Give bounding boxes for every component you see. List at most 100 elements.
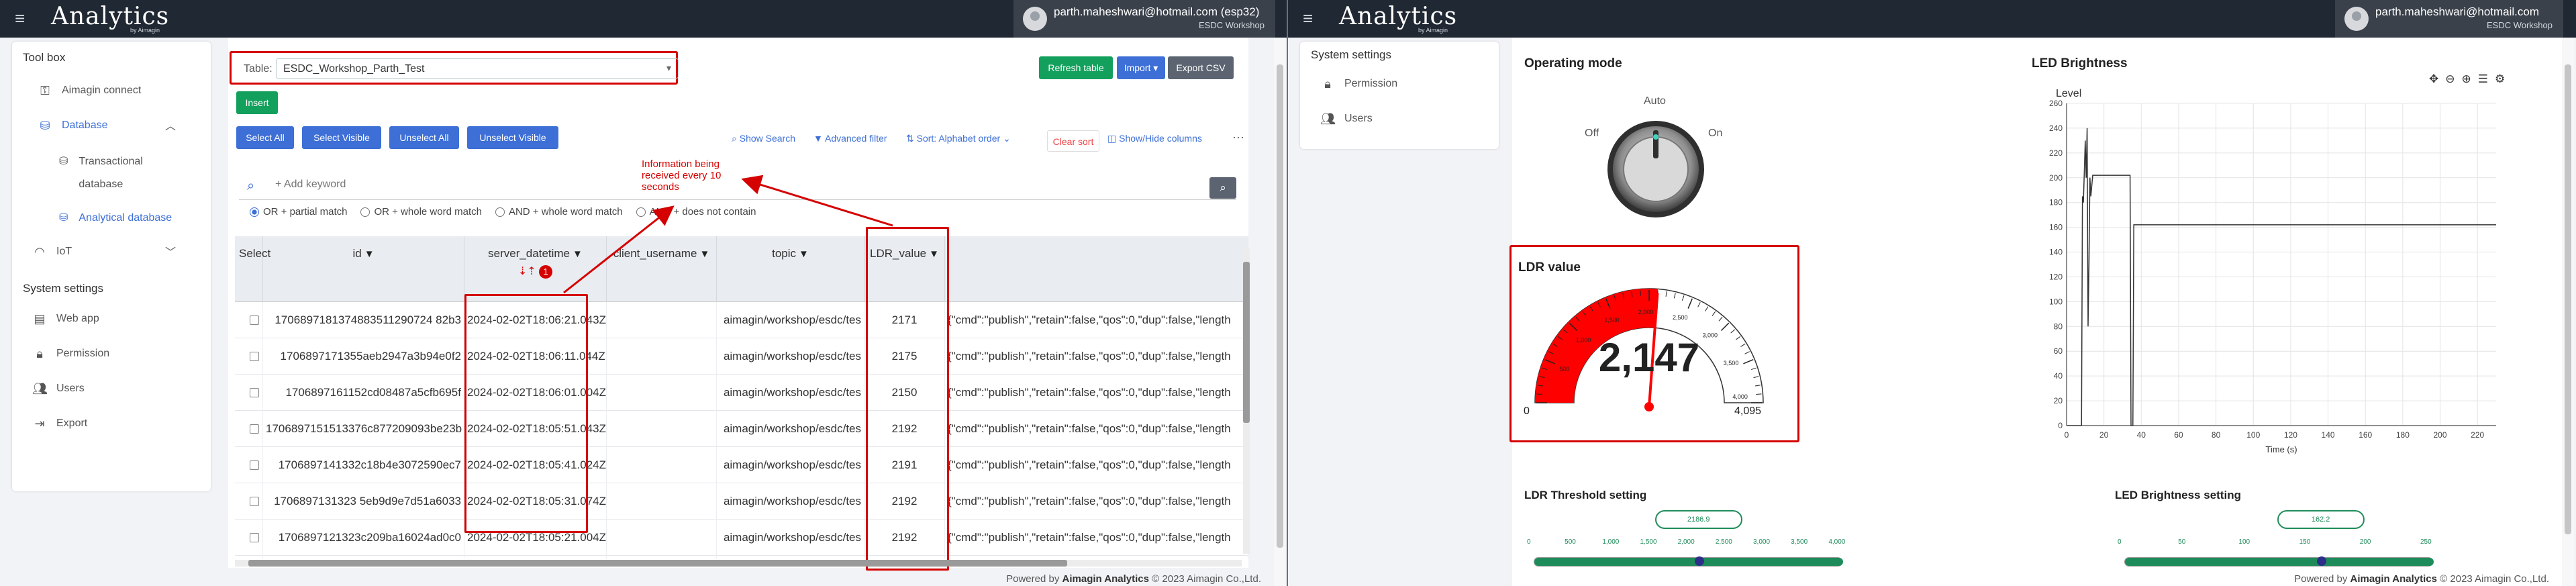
right-window: ≡ Analytics by Aimagin parth.maheshwari@… [1288, 0, 2576, 586]
slider-tick-label: 50 [2178, 538, 2186, 546]
annotation-arrow-left [563, 205, 675, 294]
slider-tick-label: 150 [2299, 538, 2311, 546]
left-window: ≡ Analytics by Aimagin parth.maheshwari@… [0, 0, 1288, 586]
slider-tick-label: 0 [1527, 538, 1531, 546]
slider-tick-label: 100 [2238, 538, 2250, 546]
slider-fill [1534, 558, 1843, 566]
annotation-arrow-right [741, 175, 893, 227]
gauge-tick-label: 2,500 [1673, 314, 1688, 321]
led-setting-title: LED Brightness setting [2115, 489, 2241, 501]
ldr-value-panel: LDR value 500 1,000 1,500 2,000 2,500 3,000 3,… [1509, 245, 1799, 442]
y-tick-label: 20 [2054, 396, 2063, 405]
operating-mode-title: Operating mode [1524, 56, 1622, 70]
table-vertical-scrollbar[interactable] [1243, 248, 1250, 554]
page-scrollbar[interactable] [2562, 38, 2574, 586]
scrollbar-thumb[interactable] [1243, 262, 1250, 423]
y-tick-label: 220 [2049, 148, 2063, 158]
x-tick-label: 80 [2212, 430, 2221, 440]
operating-mode-knob[interactable]: Auto Off On [1570, 81, 1744, 228]
y-tick-label: 180 [2049, 198, 2063, 207]
y-tick-label: 100 [2049, 297, 2063, 306]
sidebar-item-permission[interactable]: 🔒︎ Permission [1320, 77, 1397, 91]
user-menu[interactable]: parth.maheshwari@hotmail.com ESDC Worksh… [2335, 0, 2563, 38]
led-brightness-title: LED Brightness [2032, 56, 2128, 70]
x-tick-label: 20 [2099, 430, 2109, 440]
scrollbar-thumb[interactable] [1277, 64, 1283, 548]
hamburger-menu-icon[interactable]: ≡ [1303, 9, 1323, 27]
sidebar-item-users[interactable]: 👥︎ Users [1320, 111, 1373, 126]
user-org: ESDC Workshop [2486, 20, 2553, 30]
table-horizontal-scrollbar[interactable] [235, 560, 1242, 567]
y-tick-label: 200 [2049, 173, 2063, 183]
x-tick-label: 120 [2284, 430, 2297, 440]
gauge-needle-hub [1644, 402, 1654, 411]
screenshot-root: ≡ Analytics by Aimagin parth.maheshwari@… [0, 0, 2576, 586]
slider-track[interactable] [2124, 556, 2434, 567]
x-tick-label: 140 [2322, 430, 2335, 440]
slider-tick-label: 1,500 [1640, 538, 1657, 546]
sidebar-item-label: Permission [1344, 78, 1398, 89]
page-scrollbar[interactable] [1274, 38, 1286, 586]
slider-tick-label: 2,500 [1715, 538, 1732, 546]
gauge-tick [1536, 393, 1542, 395]
slider-value-bubble: 162.2 [2277, 510, 2365, 529]
sidebar: System settings 🔒︎ Permission 👥︎ Users [1300, 42, 1499, 149]
app-logo[interactable]: Analytics [1339, 3, 1457, 30]
y-tick-label: 240 [2049, 124, 2063, 133]
slider-tick-label: 3,500 [1791, 538, 1808, 546]
x-tick-label: 200 [2434, 430, 2447, 440]
gauge-tick-label: 2,000 [1638, 309, 1654, 315]
slider-tick-label: 250 [2420, 538, 2432, 546]
scrollbar-thumb[interactable] [248, 560, 1067, 567]
x-tick-label: 180 [2396, 430, 2410, 440]
y-tick-label: 40 [2054, 371, 2063, 381]
footer: Powered by Aimagin Analytics © 2023 Aima… [2294, 573, 2549, 585]
lock-icon: 🔒︎ [1324, 77, 1331, 91]
sidebar-item-label: Users [1344, 113, 1373, 124]
y-tick-label: 140 [2049, 248, 2063, 257]
slider-thumb[interactable] [2316, 556, 2326, 566]
x-tick-label: 40 [2137, 430, 2146, 440]
top-bar: ≡ Analytics by Aimagin parth.maheshwari@… [1288, 0, 2576, 38]
gauge-min: 0 [1524, 405, 1530, 417]
avatar [2344, 7, 2369, 31]
y-tick-label: 0 [2058, 421, 2063, 430]
led-brightness-slider[interactable]: 162.2 0 50 100 150 200 250 [2118, 505, 2434, 572]
scrollbar-thumb[interactable] [2565, 64, 2571, 534]
y-tick-label: 120 [2049, 272, 2063, 281]
slider-track[interactable] [1534, 556, 1843, 567]
x-tick-label: 160 [2359, 430, 2372, 440]
gauge-tick [1640, 290, 1641, 296]
ldr-threshold-title: LDR Threshold setting [1524, 489, 1647, 501]
annotation-arrows [563, 175, 893, 294]
x-tick-label: 60 [2174, 430, 2183, 440]
gauge-tick [1756, 393, 1762, 395]
knob-dial[interactable] [1570, 81, 1744, 228]
slider-tick-label: 1,000 [1602, 538, 1620, 546]
slider-tick-label: 200 [2359, 538, 2371, 546]
y-tick-label: 260 [2049, 99, 2063, 108]
slider-tick-label: 500 [1565, 538, 1576, 546]
gauge-tick-label: 1,500 [1604, 317, 1620, 324]
users-icon: 👥︎ [1320, 112, 1336, 126]
user-email: parth.maheshwari@hotmail.com [2375, 5, 2540, 18]
gauge-value: 2,147 [1598, 335, 1700, 380]
x-tick-label: 0 [2065, 430, 2069, 440]
gauge-max: 4,095 [1734, 405, 1762, 417]
y-tick-label: 80 [2054, 322, 2063, 331]
slider-tick-label: 0 [2118, 538, 2122, 546]
ldr-threshold-slider[interactable]: 2186.9 0 500 1,000 1,500 2,000 2,500 3,000 3,500… [1527, 505, 1846, 572]
slider-thumb[interactable] [1694, 556, 1704, 566]
slider-tick-label: 4,000 [1828, 538, 1846, 546]
logo-subtitle: by Aimagin [1418, 27, 1448, 34]
slider-tick-label: 2,000 [1677, 538, 1695, 546]
x-tick-label: 220 [2471, 430, 2484, 440]
x-tick-label: 100 [2246, 430, 2260, 440]
slider-fill [2125, 558, 2434, 566]
y-tick-label: 60 [2054, 346, 2063, 356]
slider-value-bubble: 2186.9 [1654, 510, 1742, 529]
gauge-tick-label: 4,000 [1732, 393, 1748, 400]
settings-heading: System settings [1311, 48, 1391, 61]
slider-tick-label: 3,000 [1752, 538, 1771, 546]
led-brightness-chart: 0 20 40 60 80 100 120 140 160 180 200 220 240 260 0 20 4… [2049, 88, 2496, 454]
